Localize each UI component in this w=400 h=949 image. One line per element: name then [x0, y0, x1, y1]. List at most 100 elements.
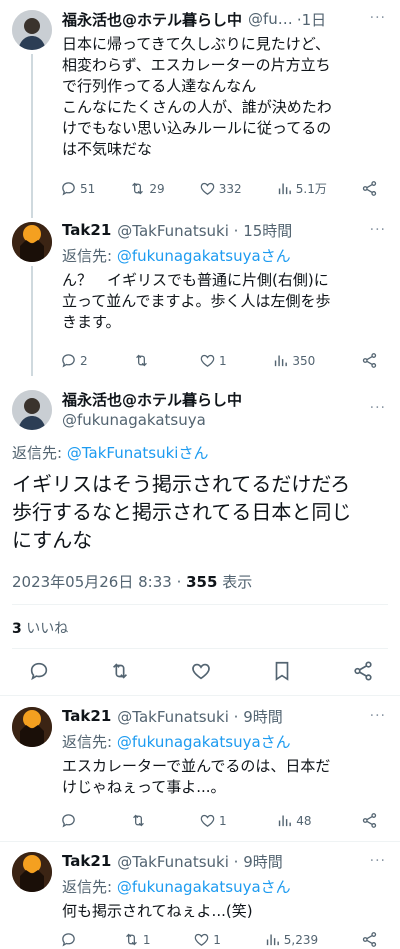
views-button[interactable]: 48	[276, 812, 311, 829]
like-button[interactable]: 1	[193, 931, 221, 948]
views-icon	[276, 812, 293, 829]
reply-button[interactable]: 51	[60, 180, 95, 197]
author-name[interactable]: Tak21	[62, 852, 111, 870]
reply-button[interactable]: 2	[60, 352, 88, 369]
like-count: 1	[219, 353, 227, 368]
views-count: 355	[186, 573, 218, 591]
share-icon	[361, 180, 378, 197]
tweet-actions: 51 29 332 5.1万	[60, 180, 378, 197]
avatar[interactable]	[12, 707, 52, 747]
author-handle[interactable]: @fukunagakatsuya	[62, 411, 206, 429]
tweet-text: イギリスはそう掲示されてるだけだろ 歩行するなと掲示されてる日本と同じ にすんな	[12, 472, 352, 552]
tweet-text: ん？ イギリスでも普通に片側(右側)に 立って並んでますよ。歩く人は左側を歩 き…	[62, 271, 331, 331]
views-count: 5,239	[283, 932, 319, 947]
author-name[interactable]: 福永活也@ホテル暮らし中	[62, 9, 242, 30]
reply-to-link[interactable]: @fukunagakatsuyaさん	[117, 878, 291, 896]
likes-count: 3	[12, 621, 22, 637]
share-button[interactable]	[361, 180, 378, 197]
likes-summary[interactable]: 3 いいね	[12, 618, 68, 638]
reply-to: 返信先: @TakFunatsukiさん	[12, 442, 208, 463]
share-icon	[361, 812, 378, 829]
retweet-icon[interactable]	[109, 660, 131, 682]
share-icon[interactable]	[352, 660, 374, 682]
more-icon[interactable]: ···	[370, 10, 386, 26]
views-button[interactable]: 5,239	[264, 931, 318, 948]
divider	[0, 695, 400, 696]
tweet-time[interactable]: ·1日	[297, 9, 326, 30]
divider	[12, 604, 388, 605]
tweet-header: Tak21 @TakFunatsuki · 9時間	[62, 851, 384, 871]
author-name[interactable]: Tak21	[62, 707, 111, 725]
share-icon	[361, 352, 378, 369]
tweet-actions: 2 1 350	[60, 352, 378, 369]
share-button[interactable]	[361, 352, 378, 369]
more-icon[interactable]: ···	[370, 853, 386, 869]
like-count: 1	[219, 813, 227, 828]
thread-line	[31, 266, 33, 376]
bookmark-icon[interactable]	[271, 660, 293, 682]
tweet-header: Tak21 @TakFunatsuki · 9時間	[62, 706, 384, 726]
views-button[interactable]: 350	[272, 352, 315, 369]
like-icon	[199, 352, 216, 369]
reply-button[interactable]	[60, 812, 80, 829]
divider	[12, 648, 388, 649]
like-button[interactable]: 1	[199, 812, 227, 829]
avatar[interactable]	[12, 222, 52, 262]
like-icon[interactable]	[190, 660, 212, 682]
author-handle[interactable]: @TakFunatsuki · 15時間	[117, 220, 292, 241]
main-actions	[28, 660, 374, 682]
reply-to-link[interactable]: @fukunagakatsuyaさん	[117, 733, 291, 751]
author-name[interactable]: 福永活也@ホテル暮らし中	[62, 389, 242, 410]
retweet-button[interactable]: 1	[123, 931, 150, 948]
tweet-text: 日本に帰ってきて久しぶりに見たけど、 相変わらず、エスカレーターの片方立ち で行…	[62, 35, 332, 158]
avatar[interactable]	[12, 10, 52, 50]
reply-count: 51	[80, 181, 96, 196]
thread-line	[31, 54, 33, 218]
reply-icon	[60, 352, 77, 369]
more-icon[interactable]: ···	[370, 400, 386, 416]
retweet-icon	[130, 812, 147, 829]
retweet-count: 29	[149, 181, 165, 196]
tweet-timestamp[interactable]: 2023年05月26日 8:33 ·	[12, 573, 186, 591]
views-count: 5.1万	[295, 182, 327, 196]
views-icon	[272, 352, 289, 369]
like-count: 332	[218, 181, 242, 196]
views-button[interactable]: 5.1万	[276, 180, 327, 197]
reply-icon[interactable]	[28, 660, 50, 682]
reply-to: 返信先: @fukunagakatsuyaさん	[62, 731, 291, 752]
like-icon	[199, 812, 216, 829]
author-handle[interactable]: @TakFunatsuki · 9時間	[117, 851, 282, 872]
reply-to-label: 返信先:	[12, 444, 67, 462]
tweet-actions: 1 48	[60, 812, 378, 829]
reply-to-link[interactable]: @fukunagakatsuyaさん	[117, 247, 291, 265]
views-icon	[264, 931, 281, 948]
author-name[interactable]: Tak21	[62, 221, 111, 239]
tweet-header: 福永活也@ホテル暮らし中 @fu… ·1日	[62, 9, 384, 29]
reply-to-label: 返信先:	[62, 247, 117, 265]
avatar[interactable]	[12, 852, 52, 892]
more-icon[interactable]: ···	[370, 222, 386, 238]
views-icon	[276, 180, 293, 197]
reply-icon	[60, 180, 77, 197]
reply-to: 返信先: @fukunagakatsuyaさん	[62, 245, 291, 266]
like-button[interactable]: 332	[199, 180, 242, 197]
reply-to-link[interactable]: @TakFunatsukiさん	[67, 444, 209, 462]
share-button[interactable]	[361, 812, 378, 829]
retweet-button[interactable]: 29	[129, 180, 165, 197]
share-icon	[361, 931, 378, 948]
tweet-actions: 1 1 5,239	[60, 931, 378, 948]
retweet-button[interactable]	[130, 812, 150, 829]
author-handle[interactable]: @TakFunatsuki · 9時間	[117, 706, 282, 727]
avatar[interactable]	[12, 390, 52, 430]
retweet-button[interactable]	[133, 352, 153, 369]
author-handle[interactable]: @fu…	[248, 10, 293, 28]
more-icon[interactable]: ···	[370, 708, 386, 724]
reply-button[interactable]	[60, 931, 80, 948]
views-count: 350	[292, 353, 316, 368]
retweet-icon	[123, 931, 140, 948]
reply-count: 2	[80, 353, 88, 368]
retweet-icon	[129, 180, 146, 197]
likes-label: いいね	[21, 621, 69, 637]
share-button[interactable]	[361, 931, 378, 948]
like-button[interactable]: 1	[199, 352, 227, 369]
